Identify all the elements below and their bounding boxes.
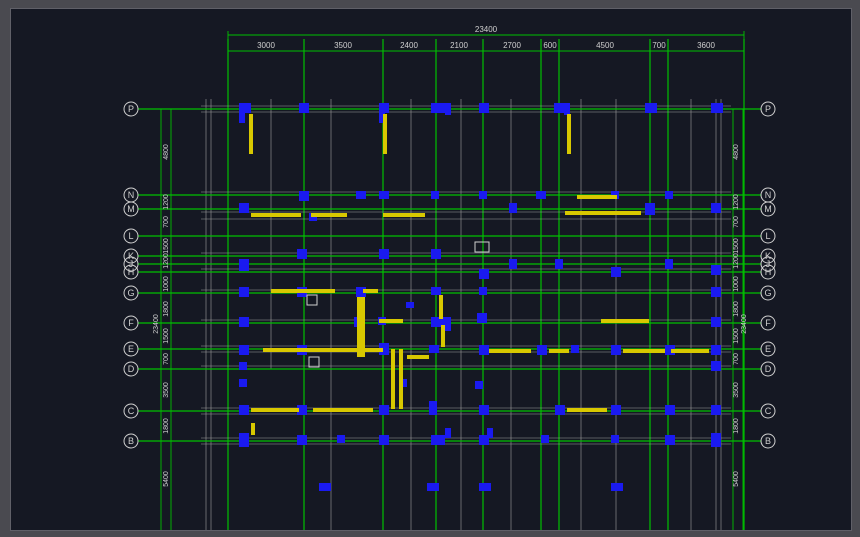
svg-text:3500: 3500 bbox=[163, 382, 170, 398]
grid-bubble-label: G bbox=[127, 288, 134, 298]
svg-text:1200: 1200 bbox=[163, 194, 170, 210]
svg-text:4500: 4500 bbox=[596, 41, 614, 50]
svg-text:1200: 1200 bbox=[163, 253, 170, 269]
svg-text:700: 700 bbox=[163, 353, 170, 365]
secondary-horizontal-lines bbox=[201, 106, 731, 444]
svg-text:2400: 2400 bbox=[400, 41, 418, 50]
svg-text:23400: 23400 bbox=[153, 314, 160, 334]
grid-bubble-label: C bbox=[128, 406, 135, 416]
svg-text:1800: 1800 bbox=[163, 418, 170, 434]
svg-text:600: 600 bbox=[543, 41, 557, 50]
grid-bubble-label: L bbox=[128, 231, 133, 241]
grid-bubble-label: F bbox=[765, 318, 771, 328]
svg-text:1800: 1800 bbox=[733, 418, 740, 434]
left-dim-chain: 4800 1200 700 1500 1200 1000 1800 23400 … bbox=[153, 109, 171, 530]
grid-bubble-label: H bbox=[765, 267, 772, 277]
svg-text:3500: 3500 bbox=[733, 382, 740, 398]
svg-text:1500: 1500 bbox=[733, 238, 740, 254]
svg-text:700: 700 bbox=[652, 41, 666, 50]
svg-text:1500: 1500 bbox=[163, 238, 170, 254]
svg-text:700: 700 bbox=[733, 216, 740, 228]
svg-text:5400: 5400 bbox=[733, 471, 740, 487]
grid-bubble-label: B bbox=[765, 436, 771, 446]
svg-text:4800: 4800 bbox=[163, 144, 170, 160]
grid-bubble-label: E bbox=[765, 344, 771, 354]
svg-text:700: 700 bbox=[733, 353, 740, 365]
svg-text:3000: 3000 bbox=[257, 41, 275, 50]
svg-text:1000: 1000 bbox=[163, 276, 170, 292]
grid-bubble-label: F bbox=[128, 318, 134, 328]
svg-text:1200: 1200 bbox=[733, 194, 740, 210]
grid-bubble-label: N bbox=[765, 190, 772, 200]
svg-text:5400: 5400 bbox=[163, 471, 170, 487]
svg-text:2100: 2100 bbox=[450, 41, 468, 50]
grid-bubble-label: D bbox=[128, 364, 135, 374]
svg-text:23400: 23400 bbox=[741, 314, 748, 334]
svg-text:2700: 2700 bbox=[503, 41, 521, 50]
svg-text:3600: 3600 bbox=[697, 41, 715, 50]
grid-bubble-label: H bbox=[128, 267, 135, 277]
svg-text:1500: 1500 bbox=[163, 328, 170, 344]
cad-viewport[interactable]: 23400 3000 3500 2400 2100 2700 600 4500 … bbox=[10, 8, 852, 531]
grid-bubble-label: D bbox=[765, 364, 772, 374]
svg-text:700: 700 bbox=[163, 216, 170, 228]
svg-text:1000: 1000 bbox=[733, 276, 740, 292]
svg-text:1800: 1800 bbox=[163, 301, 170, 317]
grid-bubble-label: N bbox=[128, 190, 135, 200]
grid-bubble-label: M bbox=[127, 204, 135, 214]
grid-bubble-label: E bbox=[128, 344, 134, 354]
grid-bubble-label: M bbox=[764, 204, 772, 214]
grid-bubble-label: P bbox=[128, 104, 134, 114]
grid-bubble-label: P bbox=[765, 104, 771, 114]
secondary-vertical-lines bbox=[206, 99, 721, 530]
svg-text:23400: 23400 bbox=[475, 25, 498, 34]
svg-text:1800: 1800 bbox=[733, 301, 740, 317]
grid-bubble-label: C bbox=[765, 406, 772, 416]
svg-text:1500: 1500 bbox=[733, 328, 740, 344]
top-dim-total: 23400 bbox=[228, 25, 744, 39]
top-dim-ticks: 3000 3500 2400 2100 2700 600 4500 700 36… bbox=[228, 41, 744, 55]
svg-text:4800: 4800 bbox=[733, 144, 740, 160]
grid-bubble-label: G bbox=[764, 288, 771, 298]
row-gridlines: PPNNMMLLKKJJHHGGFFEEDDCCBB bbox=[124, 102, 775, 448]
grid-bubble-label: B bbox=[128, 436, 134, 446]
right-dim-chain: 4800 1200 700 1500 1200 1000 1800 23400 … bbox=[733, 109, 748, 530]
svg-text:1200: 1200 bbox=[733, 253, 740, 269]
grid-bubble-label: L bbox=[765, 231, 770, 241]
svg-text:3500: 3500 bbox=[334, 41, 352, 50]
